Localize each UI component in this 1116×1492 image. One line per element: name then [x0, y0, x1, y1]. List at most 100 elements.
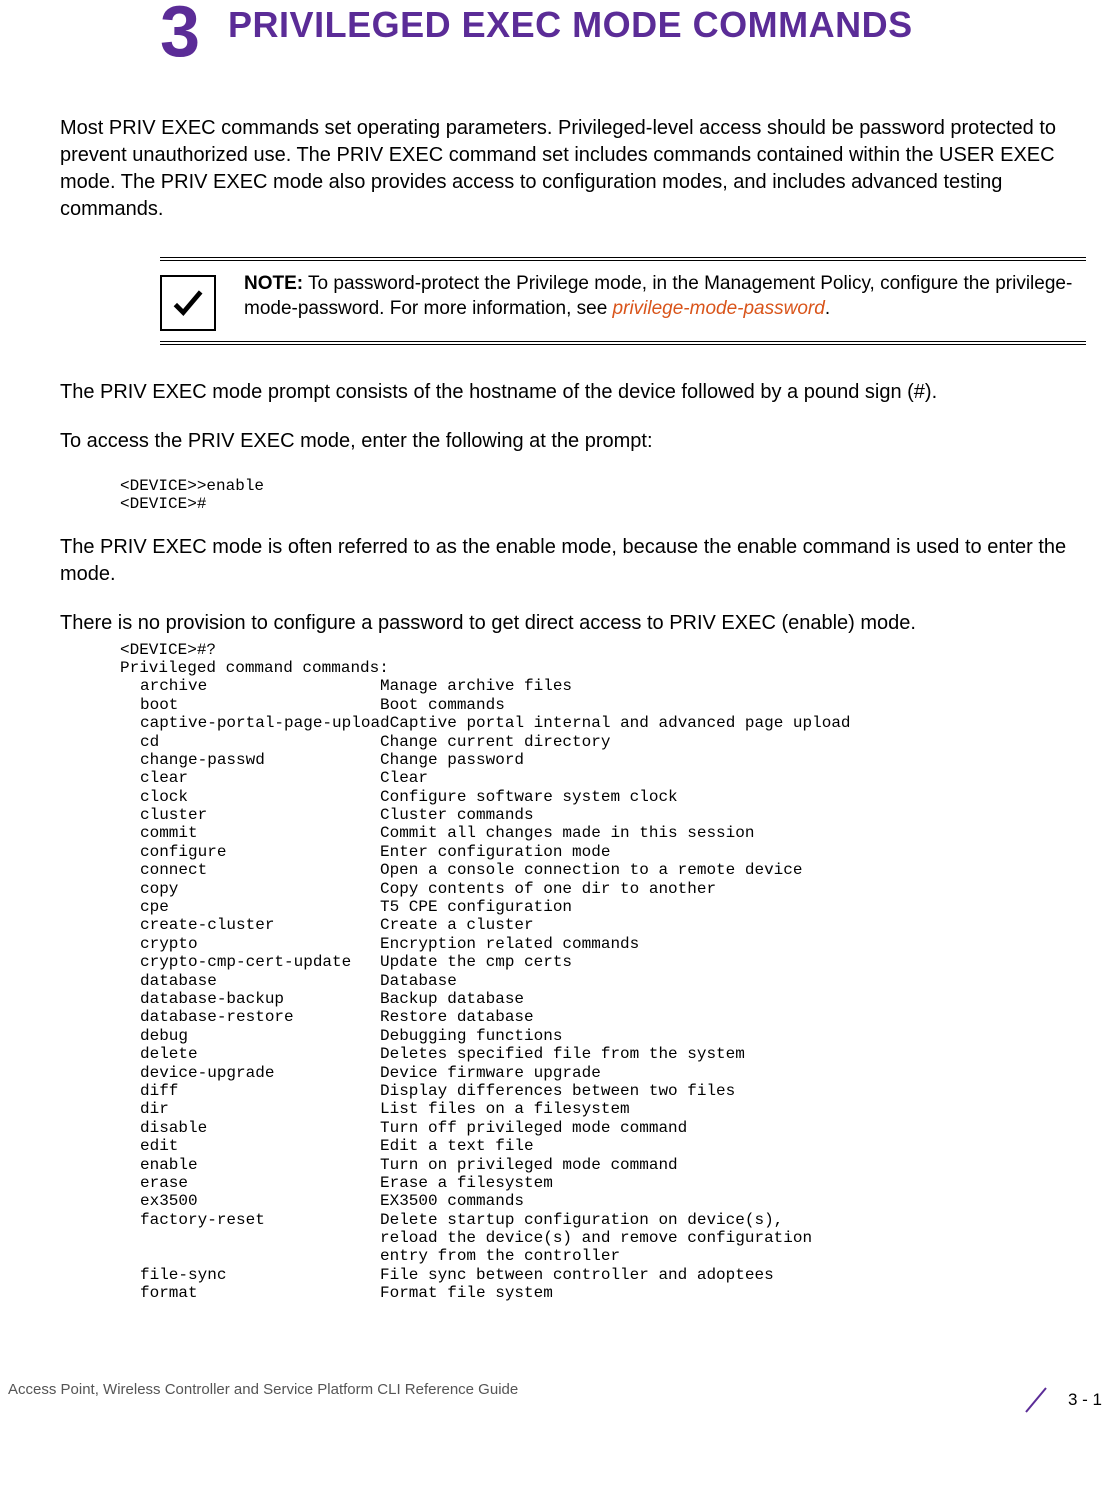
command-desc: Deletes specified file from the system [380, 1045, 745, 1063]
paragraph-enable-mode: The PRIV EXEC mode is often referred to … [60, 534, 1086, 588]
command-name: erase [120, 1174, 380, 1192]
paragraph-prompt-desc: The PRIV EXEC mode prompt consists of th… [60, 379, 1086, 406]
command-name: disable [120, 1119, 380, 1137]
command-name: delete [120, 1045, 380, 1063]
command-desc: Change password [380, 751, 524, 769]
command-desc: Copy contents of one dir to another [380, 880, 716, 898]
command-name: archive [120, 677, 380, 695]
command-row: bootBoot commands [120, 696, 1086, 714]
command-name: ex3500 [120, 1192, 380, 1210]
note-text: NOTE: To password-protect the Privilege … [244, 271, 1086, 322]
cli-prompt-help: <DEVICE>#? [120, 641, 1086, 659]
command-desc: Change current directory [380, 733, 610, 751]
command-desc: Create a cluster [380, 916, 534, 934]
command-row: dirList files on a filesystem [120, 1100, 1086, 1118]
command-name [120, 1247, 380, 1265]
command-desc: Database [380, 972, 457, 990]
command-row: reload the device(s) and remove configur… [120, 1229, 1086, 1247]
command-desc: Encryption related commands [380, 935, 639, 953]
command-name: boot [120, 696, 380, 714]
command-desc: Turn off privileged mode command [380, 1119, 687, 1137]
command-desc: EX3500 commands [380, 1192, 524, 1210]
command-name: clear [120, 769, 380, 787]
command-desc: Device firmware upgrade [380, 1064, 601, 1082]
command-desc: Edit a text file [380, 1137, 534, 1155]
command-row: captive-portal-page-uploadCaptive portal… [120, 714, 1086, 732]
command-name: dir [120, 1100, 380, 1118]
command-row: change-passwdChange password [120, 751, 1086, 769]
command-name: database-backup [120, 990, 380, 1008]
command-name: device-upgrade [120, 1064, 380, 1082]
command-row: configureEnter configuration mode [120, 843, 1086, 861]
command-row: eraseErase a filesystem [120, 1174, 1086, 1192]
footer-guide-name: Access Point, Wireless Controller and Se… [0, 1381, 518, 1398]
command-desc: Cluster commands [380, 806, 534, 824]
command-row: databaseDatabase [120, 972, 1086, 990]
page-number-chip: 3 - 1 [1018, 1382, 1116, 1418]
command-desc: entry from the controller [380, 1247, 620, 1265]
command-name: clock [120, 788, 380, 806]
cli-section-header: Privileged command commands: [120, 659, 1086, 677]
command-row: file-syncFile sync between controller an… [120, 1266, 1086, 1284]
command-desc: Erase a filesystem [380, 1174, 553, 1192]
command-name: debug [120, 1027, 380, 1045]
command-desc: Boot commands [380, 696, 505, 714]
command-desc: Open a console connection to a remote de… [380, 861, 802, 879]
command-row: crypto-cmp-cert-updateUpdate the cmp cer… [120, 953, 1086, 971]
command-row: disableTurn off privileged mode command [120, 1119, 1086, 1137]
command-row: clearClear [120, 769, 1086, 787]
command-desc: Manage archive files [380, 677, 572, 695]
checkmark-icon [160, 275, 216, 331]
command-name: factory-reset [120, 1211, 380, 1229]
chapter-number: 3 [60, 0, 200, 65]
command-name: cluster [120, 806, 380, 824]
command-desc: Clear [380, 769, 428, 787]
command-name: cd [120, 733, 380, 751]
command-desc: File sync between controller and adoptee… [380, 1266, 774, 1284]
command-row: enableTurn on privileged mode command [120, 1156, 1086, 1174]
command-row: copyCopy contents of one dir to another [120, 880, 1086, 898]
command-desc: T5 CPE configuration [380, 898, 572, 916]
command-name: database-restore [120, 1008, 380, 1026]
command-name: change-passwd [120, 751, 380, 769]
command-row: create-clusterCreate a cluster [120, 916, 1086, 934]
command-name: configure [120, 843, 380, 861]
command-row: entry from the controller [120, 1247, 1086, 1265]
command-row: database-restoreRestore database [120, 1008, 1086, 1026]
command-name: database [120, 972, 380, 990]
command-row: editEdit a text file [120, 1137, 1086, 1155]
command-row: cdChange current directory [120, 733, 1086, 751]
slash-icon [1018, 1382, 1054, 1418]
command-row: cpeT5 CPE configuration [120, 898, 1086, 916]
command-desc: Format file system [380, 1284, 553, 1302]
command-row: device-upgradeDevice firmware upgrade [120, 1064, 1086, 1082]
command-desc: List files on a filesystem [380, 1100, 630, 1118]
command-row: debugDebugging functions [120, 1027, 1086, 1045]
command-row: diffDisplay differences between two file… [120, 1082, 1086, 1100]
command-name: copy [120, 880, 380, 898]
command-name: connect [120, 861, 380, 879]
command-name: file-sync [120, 1266, 380, 1284]
command-list: <DEVICE>#? Privileged command commands: … [120, 641, 1086, 1303]
command-row: commitCommit all changes made in this se… [120, 824, 1086, 842]
command-name: create-cluster [120, 916, 380, 934]
command-name: commit [120, 824, 380, 842]
command-name [120, 1229, 380, 1247]
paragraph-no-password: There is no provision to configure a pas… [60, 610, 1086, 637]
cli-enable-example: <DEVICE>>enable <DEVICE># [120, 477, 1086, 514]
command-row: formatFormat file system [120, 1284, 1086, 1302]
command-row: factory-resetDelete startup configuratio… [120, 1211, 1086, 1229]
intro-paragraph: Most PRIV EXEC commands set operating pa… [60, 115, 1086, 223]
command-desc: Enter configuration mode [380, 843, 610, 861]
command-desc: reload the device(s) and remove configur… [380, 1229, 812, 1247]
note-link[interactable]: privilege-mode-password [613, 298, 825, 319]
command-desc: Backup database [380, 990, 524, 1008]
command-desc: Debugging functions [380, 1027, 562, 1045]
command-name: format [120, 1284, 380, 1302]
command-name: crypto [120, 935, 380, 953]
chapter-header: 3 PRIVILEGED EXEC MODE COMMANDS [60, 0, 1086, 65]
command-desc: Turn on privileged mode command [380, 1156, 678, 1174]
command-desc: Configure software system clock [380, 788, 678, 806]
command-row: archiveManage archive files [120, 677, 1086, 695]
command-desc: Update the cmp certs [380, 953, 572, 971]
